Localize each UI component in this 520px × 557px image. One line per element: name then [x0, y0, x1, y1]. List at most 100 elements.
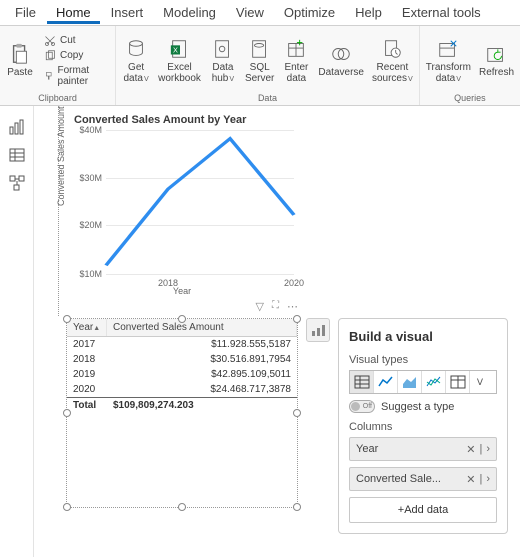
- copy-icon: [44, 50, 56, 62]
- transform-data-label: Transform data: [426, 62, 471, 84]
- sql-server-button[interactable]: SQL Server: [241, 28, 278, 93]
- paste-label: Paste: [7, 67, 33, 78]
- enter-data-button[interactable]: Enter data: [278, 28, 314, 93]
- chart-x-axis-label: Year: [173, 286, 191, 296]
- chart-xtick: 2020: [284, 278, 304, 288]
- hub-icon: [212, 38, 234, 60]
- transform-data-button[interactable]: Transform data: [422, 28, 475, 93]
- format-painter-button[interactable]: Format painter: [40, 64, 113, 88]
- table-col-year[interactable]: Year▲: [67, 319, 107, 336]
- get-data-label: Get data: [123, 62, 148, 84]
- tab-help[interactable]: Help: [346, 1, 391, 24]
- visual-type-more[interactable]: ᐯ: [470, 371, 490, 393]
- tab-optimize[interactable]: Optimize: [275, 1, 344, 24]
- chart-plot-area: $40M $30M $20M $10M 2018 2020: [106, 130, 294, 274]
- resize-handle[interactable]: [293, 503, 301, 511]
- resize-handle[interactable]: [63, 503, 71, 511]
- database-icon: [125, 38, 147, 60]
- add-data-button[interactable]: +Add data: [349, 497, 497, 523]
- refresh-icon: [485, 43, 507, 65]
- copy-button[interactable]: Copy: [40, 49, 113, 63]
- visual-types-label: Visual types: [349, 354, 497, 366]
- tab-file[interactable]: File: [6, 1, 45, 24]
- field-divider: |: [479, 443, 482, 455]
- suggest-type-row: Off Suggest a type: [349, 400, 497, 413]
- visual-type-table[interactable]: [350, 371, 374, 393]
- dataverse-label: Dataverse: [318, 67, 364, 78]
- recent-icon: [381, 38, 403, 60]
- chart-ytick: $40M: [74, 125, 102, 135]
- svg-text:X: X: [173, 45, 178, 54]
- ribbon-group-queries: Transform data Refresh Queries: [420, 26, 520, 105]
- table-row: 2017$11.928.555,5187: [67, 337, 297, 352]
- report-view-button[interactable]: [6, 116, 28, 138]
- excel-workbook-button[interactable]: X Excel workbook: [154, 28, 205, 93]
- get-data-button[interactable]: Get data: [118, 28, 154, 93]
- data-view-button[interactable]: [6, 144, 28, 166]
- more-options-icon[interactable]: ⋯: [287, 300, 298, 316]
- model-icon: [8, 174, 26, 192]
- resize-handle[interactable]: [293, 409, 301, 417]
- resize-handle[interactable]: [63, 315, 71, 323]
- paste-button[interactable]: Paste: [2, 28, 38, 93]
- switch-visual-type-button[interactable]: [306, 318, 330, 342]
- dataverse-icon: [330, 43, 352, 65]
- chart-line-svg: [106, 130, 294, 274]
- remove-field-icon[interactable]: ✕: [466, 473, 475, 486]
- combo-chart-icon: [310, 322, 326, 338]
- data-hub-button[interactable]: Data hub: [205, 28, 241, 93]
- tab-external-tools[interactable]: External tools: [393, 1, 490, 24]
- visual-action-bar: ▽ ⛶ ⋯: [66, 300, 298, 316]
- visual-type-matrix[interactable]: [446, 371, 470, 393]
- resize-handle[interactable]: [178, 503, 186, 511]
- clipboard-group-label: Clipboard: [2, 93, 113, 105]
- remove-field-icon[interactable]: ✕: [466, 443, 475, 456]
- recent-sources-button[interactable]: Recent sources: [368, 28, 417, 93]
- tab-modeling[interactable]: Modeling: [154, 1, 225, 24]
- refresh-label: Refresh: [479, 67, 514, 78]
- table-col-amount[interactable]: Converted Sales Amount: [107, 319, 297, 336]
- tab-insert[interactable]: Insert: [102, 1, 153, 24]
- sql-label: SQL Server: [245, 62, 274, 84]
- transform-icon: [437, 38, 459, 60]
- recent-sources-label: Recent sources: [372, 62, 413, 84]
- menu-tabs: File Home Insert Modeling View Optimize …: [0, 0, 520, 26]
- visual-type-line[interactable]: [374, 371, 398, 393]
- resize-handle[interactable]: [293, 315, 301, 323]
- refresh-button[interactable]: Refresh: [475, 28, 518, 93]
- field-well-year[interactable]: Year ✕ | ›: [349, 437, 497, 461]
- resize-handle[interactable]: [178, 315, 186, 323]
- resize-handle[interactable]: [63, 409, 71, 417]
- field-divider: |: [479, 473, 482, 485]
- filter-icon[interactable]: ▽: [256, 300, 264, 316]
- cut-button[interactable]: Cut: [40, 34, 113, 48]
- chart-ytick: $20M: [74, 220, 102, 230]
- field-well-converted-sales[interactable]: Converted Sale... ✕ | ›: [349, 467, 497, 491]
- field-label: Year: [356, 443, 462, 455]
- enter-data-label: Enter data: [284, 62, 308, 84]
- line-chart-visual[interactable]: Converted Sales Amount by Year Converted…: [66, 112, 298, 298]
- tab-view[interactable]: View: [227, 1, 273, 24]
- report-canvas[interactable]: Converted Sales Amount by Year Converted…: [34, 106, 520, 557]
- tab-home[interactable]: Home: [47, 1, 100, 24]
- visual-type-scatter[interactable]: [422, 371, 446, 393]
- table-row: 2020$24.468.717,3878: [67, 382, 297, 397]
- field-label: Converted Sale...: [356, 473, 462, 485]
- dataverse-button[interactable]: Dataverse: [314, 28, 368, 93]
- data-group-label: Data: [118, 93, 417, 105]
- excel-icon: X: [169, 38, 191, 60]
- view-rail: [0, 106, 34, 557]
- brush-icon: [44, 70, 54, 82]
- field-chevron-icon[interactable]: ›: [486, 473, 490, 485]
- suggest-type-toggle[interactable]: Off: [349, 400, 375, 413]
- table-row: 2018$30.516.891,7954: [67, 352, 297, 367]
- ribbon: Paste Cut Copy Format painter Clipboard: [0, 26, 520, 106]
- field-chevron-icon[interactable]: ›: [486, 443, 490, 455]
- table-visual[interactable]: Year▲ Converted Sales Amount 2017$11.928…: [66, 318, 298, 508]
- visual-type-area[interactable]: [398, 371, 422, 393]
- focus-mode-icon[interactable]: ⛶: [272, 300, 279, 316]
- table-row: 2019$42.895.109,5011: [67, 367, 297, 382]
- model-view-button[interactable]: [6, 172, 28, 194]
- build-visual-panel: Build a visual Visual types ᐯ Off Sugges…: [338, 318, 508, 534]
- cut-label: Cut: [60, 35, 76, 46]
